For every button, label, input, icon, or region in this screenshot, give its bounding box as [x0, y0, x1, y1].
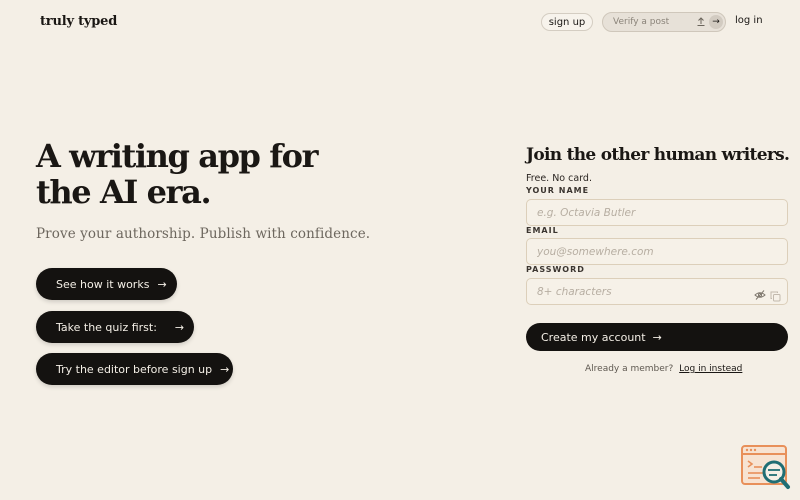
- button-label: Try the editor before sign up: [56, 362, 213, 376]
- button-label: See how it works: [56, 277, 150, 291]
- verify-post-box: →: [602, 12, 726, 32]
- email-label: EMAIL: [526, 226, 559, 235]
- name-field[interactable]: [526, 199, 788, 226]
- arrow-right-icon: →: [220, 362, 230, 376]
- arrow-right-icon: →: [157, 277, 167, 291]
- password-label: PASSWORD: [526, 265, 585, 274]
- hero-title-line-1: A writing app for: [36, 137, 318, 175]
- try-editor-button[interactable]: Try the editor before sign up →: [36, 353, 233, 385]
- copy-icon[interactable]: [770, 287, 781, 302]
- button-label: Take the quiz first:: [56, 320, 157, 334]
- search-code-icon[interactable]: [740, 444, 792, 492]
- signup-button[interactable]: sign up: [541, 13, 593, 31]
- hero-subtitle: Prove your authorship. Publish with conf…: [36, 226, 371, 242]
- already-member-text: Already a member?: [585, 364, 674, 374]
- upload-icon[interactable]: [695, 16, 707, 28]
- hero-title: A writing app for the AI era.: [36, 138, 356, 210]
- login-instead-row: Already a member? Log in instead: [585, 364, 742, 374]
- login-link[interactable]: log in: [735, 15, 763, 26]
- take-quiz-button[interactable]: Take the quiz first: →: [36, 311, 194, 343]
- verify-submit-button[interactable]: →: [709, 15, 723, 29]
- see-how-it-works-button[interactable]: See how it works →: [36, 268, 177, 300]
- logo[interactable]: truly typed: [40, 14, 117, 29]
- eye-off-icon[interactable]: [754, 286, 766, 300]
- arrow-right-icon: →: [652, 330, 662, 344]
- verify-post-input[interactable]: [611, 16, 695, 28]
- arrow-right-icon: →: [174, 320, 185, 334]
- name-label: YOUR NAME: [526, 186, 590, 195]
- create-account-button[interactable]: Create my account →: [526, 323, 788, 351]
- hero-title-line-2: the AI era.: [36, 173, 212, 211]
- signup-form-title: Join the other human writers.: [526, 145, 790, 165]
- password-field[interactable]: [526, 278, 788, 305]
- button-label: Create my account: [541, 330, 646, 344]
- signup-form-note: Free. No card.: [526, 173, 592, 184]
- login-instead-link[interactable]: Log in instead: [679, 364, 742, 374]
- email-field[interactable]: [526, 238, 788, 265]
